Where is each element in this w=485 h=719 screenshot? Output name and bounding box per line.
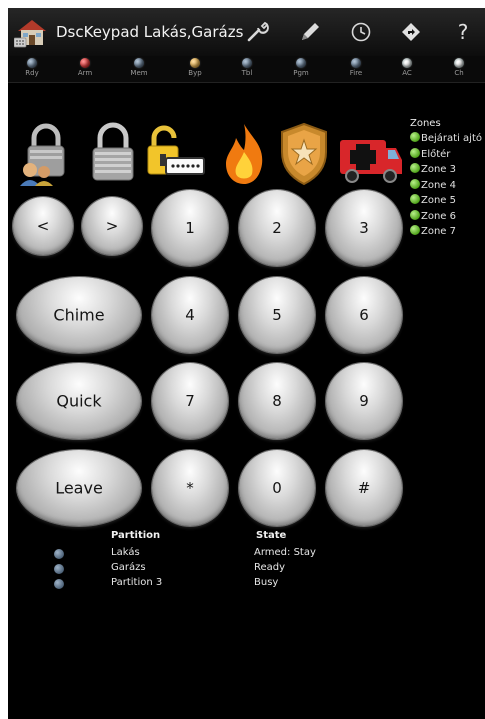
ambulance-icon[interactable]	[338, 118, 404, 186]
zone-item[interactable]: Zone 6	[410, 209, 485, 225]
zone-item[interactable]: Zone 5	[410, 193, 485, 209]
key-8[interactable]: 8	[239, 363, 315, 439]
indicator-mem: Mem	[116, 58, 162, 77]
app-title: DscKeypad Lakás,Garázs	[56, 23, 244, 41]
key-star[interactable]: *	[152, 450, 228, 526]
key-7[interactable]: 7	[152, 363, 228, 439]
arm-away-icon[interactable]	[83, 118, 143, 186]
zone-item[interactable]: Előtér	[410, 147, 485, 163]
partition-row[interactable]: Partition 3 Busy	[8, 577, 485, 592]
state-column-header: State	[256, 530, 287, 541]
ch-led-icon	[454, 58, 464, 68]
next-button[interactable]: >	[82, 197, 142, 255]
fire-icon[interactable]	[214, 118, 274, 186]
zone-item[interactable]: Zone 7	[410, 224, 485, 240]
key-2[interactable]: 2	[239, 190, 315, 266]
wrench-icon[interactable]	[245, 19, 271, 45]
zone-item[interactable]: Zone 4	[410, 178, 485, 194]
arm-led-icon	[80, 58, 90, 68]
fire-led-icon	[351, 58, 361, 68]
police-icon[interactable]	[274, 118, 334, 186]
zone-status-icon	[410, 178, 420, 189]
app-screen: DscKeypad Lakás,Garázs ? Rdy Arm Mem Byp…	[8, 8, 485, 719]
quick-button[interactable]: Quick	[17, 363, 141, 439]
key-3[interactable]: 3	[326, 190, 402, 266]
zones-title: Zones	[410, 118, 441, 129]
key-hash[interactable]: #	[326, 450, 402, 526]
key-4[interactable]: 4	[152, 277, 228, 353]
partition-led-icon	[54, 564, 64, 574]
partition-row[interactable]: Lakás Armed: Stay	[8, 547, 485, 562]
indicator-ac: AC	[384, 58, 430, 77]
partition-led-icon	[54, 549, 64, 559]
pencil-icon[interactable]	[297, 19, 323, 45]
indicator-byp: Byp	[172, 58, 218, 77]
zone-status-icon	[410, 194, 420, 204]
status-indicators: Rdy Arm Mem Byp Tbl Pgm Fire AC Ch	[8, 56, 485, 83]
zone-status-icon	[410, 209, 420, 220]
zone-status-icon	[410, 147, 420, 158]
key-0[interactable]: 0	[239, 450, 315, 526]
zone-item[interactable]: Bejárati ajtó	[410, 131, 485, 147]
ac-led-icon	[402, 58, 412, 68]
zones-panel: Zones Bejárati ajtó Előtér Zone 3 Zone 4…	[410, 118, 485, 240]
help-icon[interactable]: ?	[450, 19, 476, 45]
navigation-icon[interactable]	[398, 19, 424, 45]
zone-status-icon	[410, 163, 420, 173]
key-1[interactable]: 1	[152, 190, 228, 266]
code-entry-icon[interactable]	[146, 118, 206, 186]
key-5[interactable]: 5	[239, 277, 315, 353]
pgm-led-icon	[296, 58, 306, 68]
prev-button[interactable]: <	[13, 197, 73, 255]
tbl-led-icon	[242, 58, 252, 68]
clock-icon[interactable]	[348, 19, 374, 45]
partition-column-header: Partition	[111, 530, 161, 541]
indicator-ch: Ch	[436, 58, 482, 77]
indicator-rdy: Rdy	[9, 58, 55, 77]
arm-stay-icon[interactable]	[16, 118, 76, 186]
app-icon[interactable]	[13, 16, 50, 48]
key-9[interactable]: 9	[326, 363, 402, 439]
chime-button[interactable]: Chime	[17, 277, 141, 353]
zone-item[interactable]: Zone 3	[410, 162, 485, 178]
zone-status-icon	[410, 132, 420, 142]
indicator-arm: Arm	[62, 58, 108, 77]
indicator-fire: Fire	[333, 58, 379, 77]
indicator-pgm: Pgm	[278, 58, 324, 77]
byp-led-icon	[190, 58, 200, 68]
zone-status-icon	[410, 225, 420, 235]
partitions-table: Partition State Lakás Armed: Stay Garázs…	[8, 530, 485, 600]
rdy-led-icon	[27, 58, 37, 68]
partition-row[interactable]: Garázs Ready	[8, 562, 485, 577]
leave-button[interactable]: Leave	[17, 450, 141, 526]
app-bar: DscKeypad Lakás,Garázs ?	[8, 8, 485, 57]
indicator-tbl: Tbl	[224, 58, 270, 77]
mem-led-icon	[134, 58, 144, 68]
partition-led-icon	[54, 579, 64, 589]
key-6[interactable]: 6	[326, 277, 402, 353]
